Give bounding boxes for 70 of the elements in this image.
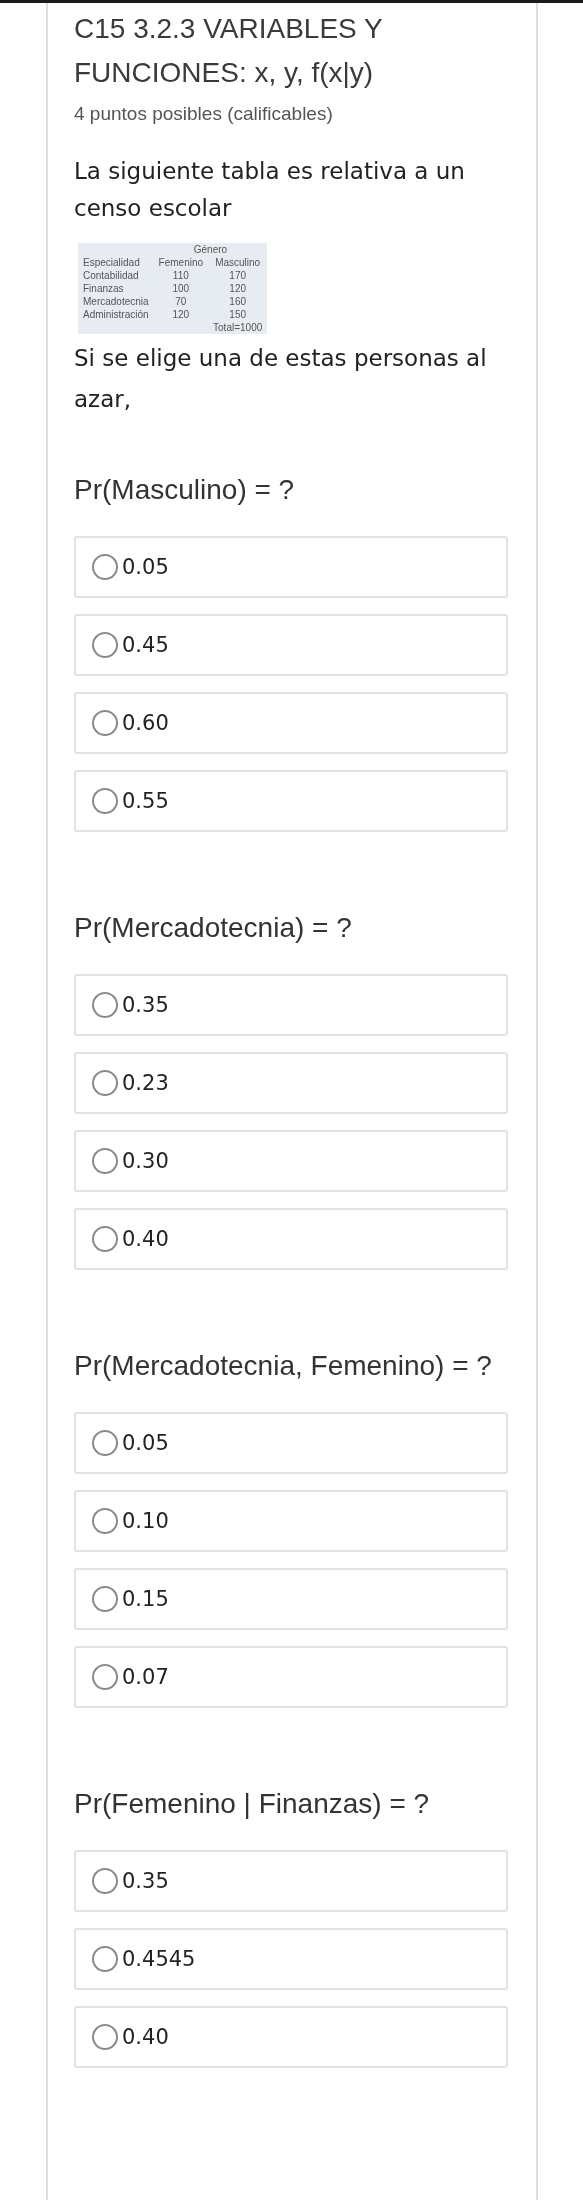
table-cell: Contabilidad <box>78 269 154 282</box>
answer-option[interactable]: 0.23 <box>74 1052 508 1114</box>
option-label: 0.15 <box>122 1587 169 1611</box>
answer-option[interactable]: 0.60 <box>74 692 508 754</box>
radio-button[interactable] <box>92 1586 118 1612</box>
table-cell: Finanzas <box>78 282 154 295</box>
option-label: 0.07 <box>122 1665 169 1689</box>
radio-button[interactable] <box>92 1226 118 1252</box>
option-label: 0.35 <box>122 1869 169 1893</box>
table-header: Género <box>153 243 268 256</box>
option-label: 0.05 <box>122 1431 169 1455</box>
question-text: Pr(Femenino | Finanzas) = ? <box>74 1787 431 1821</box>
table-cell: 110 <box>153 269 209 282</box>
table-cell: 100 <box>153 282 209 295</box>
table-cell: Mercadotecnia <box>78 295 154 308</box>
table-cell: Administración <box>78 308 154 321</box>
table-cell: 120 <box>153 308 209 321</box>
answer-option[interactable]: 0.40 <box>74 1208 508 1270</box>
option-label: 0.10 <box>122 1509 169 1533</box>
answer-option[interactable]: 0.05 <box>74 536 508 598</box>
points-label: 4 puntos posibles (calificables) <box>74 103 334 125</box>
table-cell: 70 <box>153 295 209 308</box>
answer-option[interactable]: 0.35 <box>74 974 508 1036</box>
answer-option[interactable]: 0.4545 <box>74 1928 508 1990</box>
table-header: Femenino <box>153 256 209 269</box>
answer-option[interactable]: 0.55 <box>74 770 508 832</box>
answer-option[interactable]: 0.15 <box>74 1568 508 1630</box>
option-label: 0.30 <box>122 1149 169 1173</box>
answer-option[interactable]: 0.10 <box>74 1490 508 1552</box>
radio-button[interactable] <box>92 1148 118 1174</box>
radio-button[interactable] <box>92 710 118 736</box>
option-label: 0.05 <box>122 555 169 579</box>
radio-button[interactable] <box>92 1946 118 1972</box>
radio-button[interactable] <box>92 2024 118 2050</box>
option-label: 0.23 <box>122 1071 169 1095</box>
prompt-text: Si se elige una de estas personas al azar, <box>74 344 488 414</box>
option-label: 0.55 <box>122 789 169 813</box>
option-label: 0.35 <box>122 993 169 1017</box>
radio-button[interactable] <box>92 554 118 580</box>
radio-button[interactable] <box>92 788 118 814</box>
option-label: 0.45 <box>122 633 169 657</box>
question-text: Pr(Mercadotecnia) = ? <box>74 911 353 945</box>
radio-button[interactable] <box>92 1664 118 1690</box>
table-cell: 160 <box>208 295 268 308</box>
radio-button[interactable] <box>92 1430 118 1456</box>
answer-option[interactable]: 0.07 <box>74 1646 508 1708</box>
question-text: Pr(Mercadotecnia, Femenino) = ? <box>74 1349 493 1383</box>
option-label: 0.40 <box>122 1227 169 1251</box>
table-total: Total=1000 <box>208 321 268 334</box>
table-header: Masculino <box>208 256 268 269</box>
radio-button[interactable] <box>92 1508 118 1534</box>
table-cell: 150 <box>208 308 268 321</box>
radio-button[interactable] <box>92 992 118 1018</box>
option-label: 0.40 <box>122 2025 169 2049</box>
option-label: 0.4545 <box>122 1947 196 1971</box>
radio-button[interactable] <box>92 1868 118 1894</box>
problem-title: C15 3.2.3 VARIABLES Y FUNCIONES: x, y, f(x|y) <box>74 12 384 90</box>
table-cell: 170 <box>208 269 268 282</box>
option-label: 0.60 <box>122 711 169 735</box>
answer-option[interactable]: 0.35 <box>74 1850 508 1912</box>
answer-option[interactable]: 0.05 <box>74 1412 508 1474</box>
table-header: Especialidad <box>78 256 154 269</box>
radio-button[interactable] <box>92 1070 118 1096</box>
intro-text: La siguiente tabla es relativa a un censo escolar <box>74 157 466 223</box>
answer-option[interactable]: 0.40 <box>74 2006 508 2068</box>
radio-button[interactable] <box>92 632 118 658</box>
answer-option[interactable]: 0.45 <box>74 614 508 676</box>
table-cell: 120 <box>208 282 268 295</box>
question-text: Pr(Masculino) = ? <box>74 473 296 507</box>
answer-option[interactable]: 0.30 <box>74 1130 508 1192</box>
